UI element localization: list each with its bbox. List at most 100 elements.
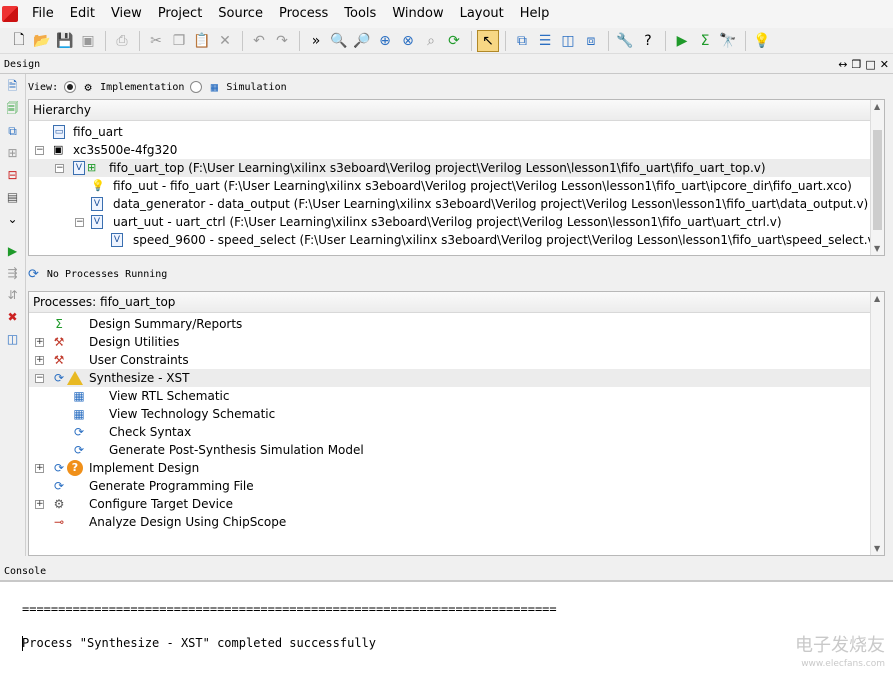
expand-icon[interactable]: + [35, 464, 44, 473]
process-user-constraints[interactable]: + ⚒ User Constraints [29, 351, 884, 369]
expand-icon[interactable]: + [35, 338, 44, 347]
rerun-all-icon[interactable]: ⇵ [4, 286, 22, 304]
menu-view[interactable]: View [103, 0, 150, 28]
more-icon[interactable]: » [305, 30, 327, 52]
layout-icon[interactable]: ⧈ [580, 30, 602, 52]
tree-item-uart-uut[interactable]: − V uart_uut - uart_ctrl (F:\User Learni… [29, 213, 884, 231]
process-view-tech[interactable]: ▦ View Technology Schematic [29, 405, 884, 423]
new-source-icon[interactable]: 🗎 [4, 78, 22, 96]
process-label: Check Syntax [109, 425, 192, 439]
add-source-icon[interactable]: 🗐 [4, 100, 22, 118]
implementation-radio[interactable] [64, 81, 77, 93]
expand-more-icon[interactable]: ⌄ [4, 210, 22, 228]
context-help-icon[interactable]: ? [637, 30, 659, 52]
new-file-icon[interactable]: 🗋 [8, 30, 30, 52]
restore-icon[interactable]: ❐ [852, 58, 862, 71]
wrench-icon[interactable]: 🔧 [614, 30, 636, 52]
scrollbar-thumb[interactable] [873, 130, 882, 230]
menu-help[interactable]: Help [512, 0, 558, 28]
tree-label: uart_uut - uart_ctrl (F:\User Learning\x… [113, 215, 782, 229]
open-folder-icon[interactable]: 📂 [31, 30, 53, 52]
redo-icon[interactable]: ↷ [271, 30, 293, 52]
hierarchy-icon[interactable]: ⊞ [4, 144, 22, 162]
scroll-down-icon[interactable]: ▼ [874, 244, 880, 253]
process-synthesize[interactable]: − ⟳ Synthesize - XST [29, 369, 884, 387]
process-view-rtl[interactable]: ▦ View RTL Schematic [29, 387, 884, 405]
telescope-icon[interactable]: 🔭 [717, 30, 739, 52]
device-chip-icon: ▣ [53, 143, 64, 156]
print-icon[interactable]: ⎙ [111, 30, 133, 52]
zoom-out-icon[interactable]: 🔎 [351, 30, 373, 52]
process-design-utilities[interactable]: + ⚒ Design Utilities [29, 333, 884, 351]
add-copy-source-icon[interactable]: ⧉ [4, 122, 22, 140]
copy-icon[interactable]: ❐ [168, 30, 190, 52]
move-icon[interactable]: ↔ [838, 58, 847, 71]
process-configure-device[interactable]: + ⚙ Configure Target Device [29, 495, 884, 513]
tree-item-fifo-uut[interactable]: 💡 fifo_uut - fifo_uart (F:\User Learning… [29, 177, 884, 195]
undo-icon[interactable]: ↶ [248, 30, 270, 52]
process-generate-programming[interactable]: ⟳ Generate Programming File [29, 477, 884, 495]
tree-item-project[interactable]: ▭ fifo_uart [29, 123, 884, 141]
process-design-summary[interactable]: Σ Design Summary/Reports [29, 315, 884, 333]
simulation-radio[interactable] [190, 81, 203, 93]
zoom-select-icon[interactable]: ⌕ [420, 30, 442, 52]
collapse-icon[interactable]: − [75, 218, 84, 227]
lightbulb-icon[interactable]: 💡 [751, 30, 773, 52]
collapse-icon[interactable]: − [35, 146, 44, 155]
refresh-icon[interactable]: ⟳ [443, 30, 465, 52]
stop-icon[interactable]: ✖ [4, 308, 22, 326]
menu-process[interactable]: Process [271, 0, 336, 28]
watermark-logo: 电子发烧友 www.elecfans.com [795, 637, 885, 673]
tree-item-device[interactable]: − ▣ xc3s500e-4fg320 [29, 141, 884, 159]
pointer-tool-icon[interactable]: ↖ [477, 29, 499, 52]
zoom-area-icon[interactable]: ⊗ [397, 30, 419, 52]
run-icon[interactable]: ▶ [671, 30, 693, 52]
save-icon[interactable]: 💾 [54, 30, 76, 52]
toolbar-divider [299, 30, 300, 51]
expand-icon[interactable]: + [35, 356, 44, 365]
scroll-up-icon[interactable]: ▲ [874, 102, 880, 111]
simulation-label[interactable]: Simulation [226, 82, 286, 93]
process-chipscope[interactable]: ⊸ Analyze Design Using ChipScope [29, 513, 884, 531]
cascade-icon[interactable]: ⧉ [511, 30, 533, 52]
menu-window[interactable]: Window [384, 0, 451, 28]
paste-icon[interactable]: 📋 [191, 30, 213, 52]
close-icon[interactable]: ✕ [880, 58, 889, 71]
menu-source[interactable]: Source [210, 0, 271, 28]
process-post-synth-sim[interactable]: ⟳ Generate Post-Synthesis Simulation Mod… [29, 441, 884, 459]
expand-icon[interactable]: + [35, 500, 44, 509]
process-check-syntax[interactable]: ⟳ Check Syntax [29, 423, 884, 441]
scroll-up-icon[interactable]: ▲ [874, 294, 880, 303]
properties-icon[interactable]: ▤ [4, 188, 22, 206]
tile-vertical-icon[interactable]: ◫ [557, 30, 579, 52]
menu-layout[interactable]: Layout [452, 0, 512, 28]
rerun-icon[interactable]: ⇶ [4, 264, 22, 282]
menu-project[interactable]: Project [150, 0, 210, 28]
delete-icon[interactable]: ✕ [214, 30, 236, 52]
zoom-fit-icon[interactable]: ⊕ [374, 30, 396, 52]
zoom-in-icon[interactable]: 🔍 [328, 30, 350, 52]
run-process-icon[interactable]: ▶ [4, 242, 22, 260]
maximize-icon[interactable]: □ [865, 58, 875, 71]
tree-item-top-module[interactable]: − V ⊞ fifo_uart_top (F:\User Learning\xil… [29, 159, 884, 177]
menu-tools[interactable]: Tools [336, 0, 384, 28]
tree-item-speed-9600[interactable]: V speed_9600 - speed_select (F:\User Lea… [29, 231, 884, 249]
hierarchy-scrollbar[interactable]: ▲ ▼ [870, 100, 884, 255]
open-report-icon[interactable]: ◫ [4, 330, 22, 348]
watermark-name: 电子发烧友 [795, 635, 885, 656]
remove-source-icon[interactable]: ⊟ [4, 166, 22, 184]
scroll-down-icon[interactable]: ▼ [874, 544, 880, 553]
save-all-icon[interactable]: ▣ [77, 30, 99, 52]
collapse-icon[interactable]: − [55, 164, 64, 173]
processes-scrollbar[interactable]: ▲ ▼ [870, 292, 884, 555]
menu-edit[interactable]: Edit [62, 0, 103, 28]
tile-horizontal-icon[interactable]: ☰ [534, 30, 556, 52]
sigma-icon[interactable]: Σ [694, 30, 716, 52]
implementation-label[interactable]: Implementation [100, 82, 184, 93]
collapse-icon[interactable]: − [35, 374, 44, 383]
menu-file[interactable]: File [24, 0, 62, 28]
console-output[interactable]: ========================================… [0, 581, 893, 679]
tree-item-data-generator[interactable]: V data_generator - data_output (F:\User … [29, 195, 884, 213]
process-implement[interactable]: + ⟳ ? Implement Design [29, 459, 884, 477]
cut-icon[interactable]: ✂ [145, 30, 167, 52]
